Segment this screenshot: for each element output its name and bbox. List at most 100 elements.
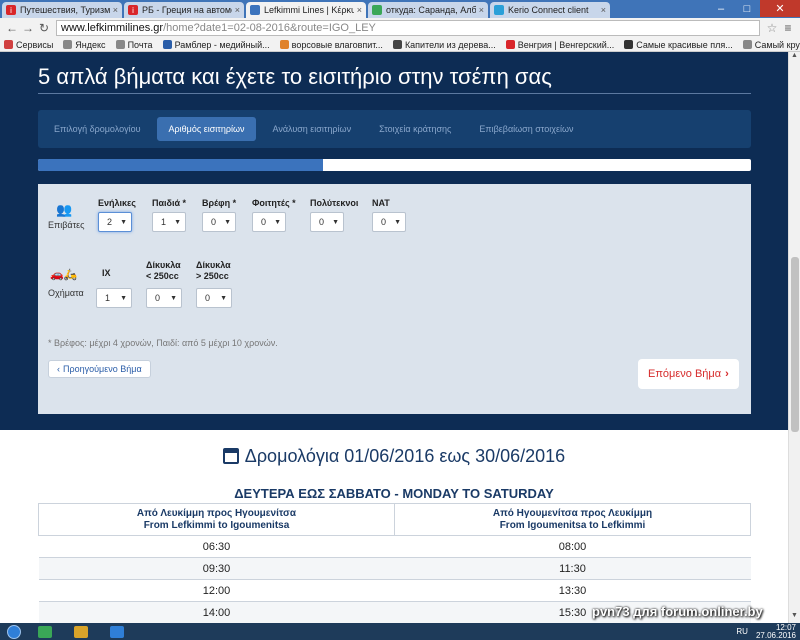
- schedule-header-line: From Igoumenitsa to Lefkimmi: [499, 519, 646, 531]
- schedule-time-cell: 11:30: [394, 557, 751, 580]
- bookmark-icon: [742, 40, 752, 49]
- bookmark-item[interactable]: Почта: [115, 40, 153, 50]
- browser-tab[interactable]: i Путешествия, Туризм и ...×: [2, 2, 122, 18]
- select-value: 1: [161, 217, 167, 227]
- taskbar-app-button[interactable]: [28, 623, 62, 640]
- booking-step-tab[interactable]: Επιβεβαίωση στοιχείων: [467, 117, 585, 141]
- tab-close-icon[interactable]: ×: [601, 5, 606, 15]
- vehicle-count-select[interactable]: 0 ▼: [146, 288, 182, 308]
- tab-close-icon[interactable]: ×: [357, 5, 362, 15]
- scroll-up-icon[interactable]: ▲: [789, 52, 800, 63]
- scroll-down-icon[interactable]: ▼: [789, 612, 800, 623]
- maximize-button[interactable]: □: [734, 0, 760, 17]
- schedule-time-cell: 12:00: [38, 579, 395, 602]
- select-value: 0: [205, 293, 211, 303]
- bookmark-item[interactable]: Венгрия | Венгерский...: [505, 39, 615, 50]
- chevron-down-icon: ▼: [120, 294, 127, 302]
- bookmark-star-icon[interactable]: ☆: [764, 21, 780, 35]
- schedule-row: 06:30 08:00: [38, 535, 751, 558]
- schedule-row: 09:30 11:30: [38, 557, 751, 580]
- watermark: pvn73 для forum.onliner.by: [592, 604, 763, 619]
- chevron-down-icon: ▼: [394, 218, 401, 226]
- start-button[interactable]: [0, 623, 28, 640]
- tab-close-icon[interactable]: ×: [235, 5, 240, 15]
- progress-fill: [38, 159, 324, 171]
- passenger-count-select[interactable]: 0 ▼: [372, 212, 406, 232]
- bookmark-item[interactable]: Самые красивые пля...: [624, 40, 733, 50]
- reload-icon[interactable]: ↻: [36, 21, 52, 35]
- tab-label: Lefkimmi Lines | Κέρκυρα ...: [264, 5, 354, 15]
- previous-step-button[interactable]: ‹ Προηγούμενο Βήμα: [48, 360, 151, 378]
- back-arrow-icon[interactable]: ←: [4, 21, 20, 35]
- chevron-down-icon: ▼: [170, 294, 177, 302]
- taskbar-app-icon: [110, 625, 124, 638]
- tab-label: Путешествия, Туризм и ...: [20, 5, 110, 15]
- select-value: 0: [261, 217, 267, 227]
- vehicle-count-select[interactable]: 1 ▼: [96, 288, 132, 308]
- chevron-down-icon: ▼: [224, 218, 231, 226]
- booking-progress-bar: [38, 159, 751, 171]
- bookmark-item[interactable]: Яндекс: [63, 39, 106, 50]
- booking-step-tab[interactable]: Αριθμός εισιτηρίων: [156, 117, 257, 141]
- bookmark-item[interactable]: Капители из дерева...: [392, 40, 496, 50]
- booking-step-tab[interactable]: Ανάλυση εισιτηρίων: [260, 117, 363, 141]
- passengers-label: Επιβάτες: [48, 220, 85, 230]
- schedule-column-header: Από Ηγουμενίτσα προς Λευκίμμη From Igoume…: [394, 503, 751, 536]
- bookmark-label: ворсовые влаговпит...: [291, 39, 383, 50]
- select-value: 0: [211, 217, 217, 227]
- close-window-button[interactable]: ✕: [760, 0, 800, 17]
- bookmark-item[interactable]: ворсовые влаговпит...: [279, 39, 383, 50]
- previous-step-label: Προηγούμενο Βήμα: [63, 364, 142, 374]
- passenger-count-select[interactable]: 0 ▼: [310, 212, 344, 232]
- browser-tab[interactable]: откуда: Саранда, Албани...×: [368, 2, 488, 18]
- bookmark-icon: [162, 40, 172, 49]
- booking-step-tab[interactable]: Επιλογή δρομολογίου: [42, 117, 153, 141]
- passenger-type-label: Φοιτητές *: [252, 198, 296, 208]
- booking-step-tab[interactable]: Στοιχεία κράτησης: [367, 117, 463, 141]
- passenger-count-select[interactable]: 2 ▼: [98, 212, 132, 232]
- bookmark-item[interactable]: Рамблер - медийный...: [162, 40, 270, 50]
- menu-icon[interactable]: ≡: [780, 21, 796, 35]
- schedule-time-cell: 14:00: [38, 601, 395, 623]
- taskbar-app-button[interactable]: [100, 623, 134, 640]
- select-value: 0: [319, 217, 325, 227]
- tab-close-icon[interactable]: ×: [479, 5, 484, 15]
- next-step-button[interactable]: Επόμενο Βήμα ›: [638, 359, 739, 389]
- language-indicator[interactable]: RU: [736, 627, 748, 636]
- forward-arrow-icon[interactable]: →: [20, 21, 36, 35]
- scroll-thumb[interactable]: [791, 257, 799, 432]
- url-input[interactable]: www.lefkimmilines.gr /home?date1=02-08-2…: [56, 20, 760, 36]
- page-scrollbar[interactable]: ▲ ▼: [788, 52, 800, 623]
- taskbar-app-icon: [74, 625, 88, 638]
- schedule-header-line: Από Ηγουμενίτσα προς Λευκίμμη: [492, 507, 653, 519]
- browser-tab[interactable]: Lefkimmi Lines | Κέρκυρα ...×: [246, 2, 366, 18]
- passenger-type-label: Ενήλικες: [98, 198, 136, 208]
- vehicle-count-select[interactable]: 0 ▼: [196, 288, 232, 308]
- browser-tab[interactable]: Kerio Connect client ×: [490, 2, 610, 18]
- browser-tab[interactable]: i РБ - Греция на автомоби...×: [124, 2, 244, 18]
- ticket-count-form: 👥 Επιβάτες Ενήλικες 2 ▼ Παιδιά * 1 ▼ Βρέφη * 0 ▼…: [38, 184, 751, 414]
- bookmark-icon: [279, 40, 289, 49]
- bookmark-item[interactable]: Сервисы: [4, 40, 53, 50]
- tab-close-icon[interactable]: ×: [113, 5, 118, 15]
- minimize-button[interactable]: –: [708, 0, 734, 17]
- vehicles-icon: 🚗🛵: [50, 269, 78, 281]
- tab-favicon-icon: [494, 5, 504, 15]
- address-bar-row: ← → ↻ www.lefkimmilines.gr /home?date1=0…: [0, 18, 800, 38]
- url-host: www.lefkimmilines.gr: [61, 22, 164, 34]
- schedule-time-cell: 13:30: [394, 579, 751, 602]
- schedule-title: Δρομολόγια 01/06/2016 εως 30/06/2016: [0, 446, 788, 467]
- taskbar-app-button[interactable]: [64, 623, 98, 640]
- bookmark-icon: [115, 40, 125, 49]
- vehicles-label: Οχήματα: [48, 288, 84, 298]
- bookmark-label: Венгрия | Венгерский...: [517, 39, 615, 50]
- bookmark-label: Яндекс: [75, 39, 106, 50]
- passenger-count-select[interactable]: 1 ▼: [152, 212, 186, 232]
- bookmark-item[interactable]: Самый крупный торг...: [742, 40, 800, 50]
- bookmark-label: Сервисы: [16, 39, 54, 50]
- passenger-count-select[interactable]: 0 ▼: [202, 212, 236, 232]
- passenger-count-select[interactable]: 0 ▼: [252, 212, 286, 232]
- tab-favicon-icon: i: [128, 5, 138, 15]
- passenger-type-label: ΝΑΤ: [372, 198, 390, 208]
- clock[interactable]: 12:07 27.06.2016: [756, 623, 796, 640]
